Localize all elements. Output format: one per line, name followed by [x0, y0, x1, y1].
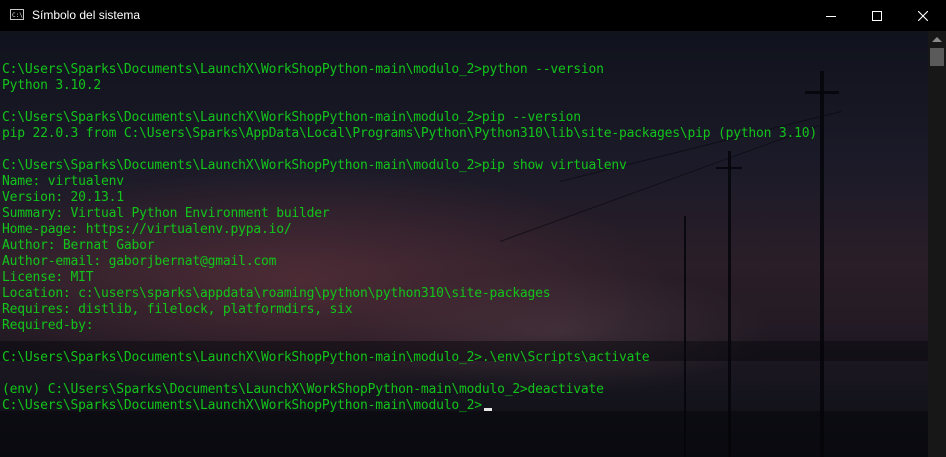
command-prompt-icon: C:\ [10, 9, 24, 20]
minimize-button[interactable] [808, 0, 854, 31]
close-icon [918, 10, 928, 21]
scroll-thumb[interactable] [930, 48, 944, 66]
console-line: pip 22.0.3 from C:\Users\Sparks\AppData\… [2, 126, 817, 141]
maximize-icon [872, 10, 882, 21]
console-line: C:\Users\Sparks\Documents\LaunchX\WorkSh… [2, 110, 581, 125]
console-line: (env) C:\Users\Sparks\Documents\LaunchX\… [2, 382, 604, 397]
background-ground [0, 411, 928, 457]
console-line: Requires: distlib, filelock, platformdir… [2, 302, 353, 317]
console-line: License: MIT [2, 270, 94, 285]
prompt-line[interactable]: C:\Users\Sparks\Documents\LaunchX\WorkSh… [2, 398, 817, 414]
maximize-button[interactable] [854, 0, 900, 31]
console-line: Python 3.10.2 [2, 78, 102, 93]
console-line: Author-email: gaborjbernat@gmail.com [2, 254, 277, 269]
console-line: C:\Users\Sparks\Documents\LaunchX\WorkSh… [2, 158, 627, 173]
console-line: Home-page: https://virtualenv.pypa.io/ [2, 222, 292, 237]
background-utility-pole [820, 71, 824, 457]
console-line: Location: c:\users\sparks\appdata\roamin… [2, 286, 551, 301]
console-area[interactable]: C:\Users\Sparks\Documents\LaunchX\WorkSh… [0, 31, 928, 457]
close-button[interactable] [900, 0, 946, 31]
console-line: Version: 20.13.1 [2, 190, 124, 205]
console-output: C:\Users\Sparks\Documents\LaunchX\WorkSh… [2, 46, 817, 414]
console-line: Name: virtualenv [2, 174, 124, 189]
title-bar[interactable]: C:\ Símbolo del sistema [0, 0, 946, 31]
console-line: C:\Users\Sparks\Documents\LaunchX\WorkSh… [2, 350, 650, 365]
scroll-up-arrow-icon[interactable] [932, 37, 942, 42]
console-line: Author: Bernat Gabor [2, 238, 155, 253]
current-prompt: C:\Users\Sparks\Documents\LaunchX\WorkSh… [2, 398, 482, 413]
console-line: Required-by: [2, 318, 94, 333]
minimize-icon [826, 15, 836, 17]
console-line: C:\Users\Sparks\Documents\LaunchX\WorkSh… [2, 62, 604, 77]
text-cursor [483, 408, 492, 411]
vertical-scrollbar[interactable] [928, 31, 946, 457]
window-title: Símbolo del sistema [32, 8, 141, 22]
console-line: Summary: Virtual Python Environment buil… [2, 206, 330, 221]
